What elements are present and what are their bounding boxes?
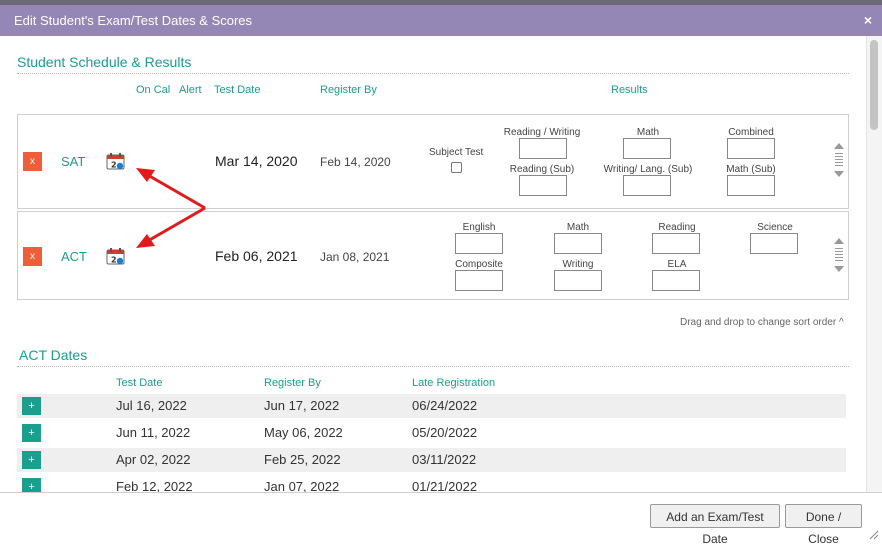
close-icon[interactable]: × <box>864 5 872 36</box>
dialog-content: Student Schedule & Results On Cal Alert … <box>0 36 866 492</box>
dialog-titlebar: Edit Student's Exam/Test Dates & Scores … <box>0 5 882 36</box>
annotation-arrows <box>136 168 206 248</box>
add-exam-date-button[interactable]: Add an Exam/Test Date <box>650 504 780 546</box>
dialog-title: Edit Student's Exam/Test Dates & Scores <box>14 13 253 28</box>
vertical-scrollbar[interactable] <box>866 36 882 492</box>
done-close-button[interactable]: Done / Close <box>785 504 862 546</box>
dialog-footer: Add an Exam/Test Date Done / Close <box>0 492 882 546</box>
scrollbar-thumb[interactable] <box>870 40 878 130</box>
resize-grip-icon[interactable] <box>868 529 879 540</box>
